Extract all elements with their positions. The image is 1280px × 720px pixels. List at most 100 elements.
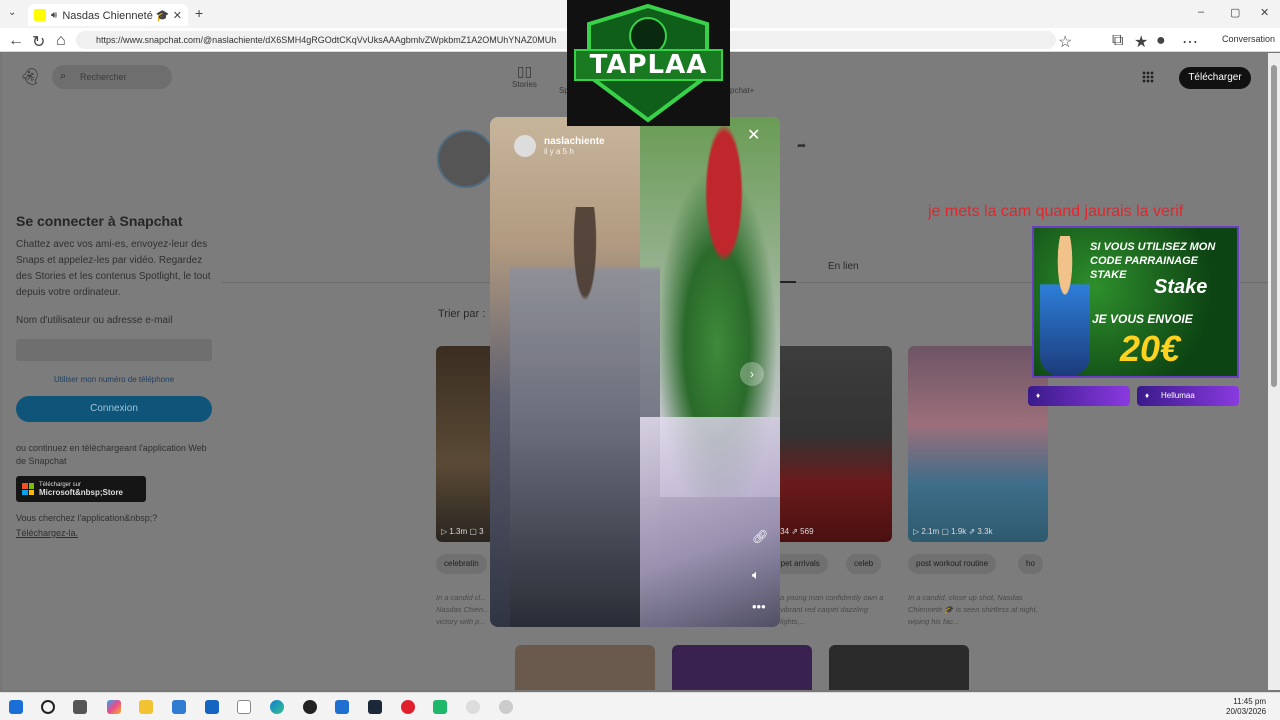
nav-stories[interactable]: ▯▯ Stories xyxy=(512,63,537,89)
minimize-icon[interactable]: – xyxy=(1198,6,1204,18)
next-story-icon[interactable]: › xyxy=(740,362,764,386)
mute-icon[interactable]: 🔈︎ xyxy=(752,567,760,583)
diamond-icon: ♦ xyxy=(1145,391,1150,400)
windows-start-icon[interactable] xyxy=(9,700,23,714)
app-green-icon[interactable] xyxy=(433,700,447,714)
username-field[interactable] xyxy=(16,339,212,361)
profile-avatar[interactable] xyxy=(437,130,495,188)
file-explorer-icon[interactable] xyxy=(139,700,153,714)
stream-caption: je mets la cam quand jaurais la verif xyxy=(928,203,1184,220)
app-icon[interactable] xyxy=(335,700,349,714)
mail-icon[interactable] xyxy=(205,700,219,714)
speaker-icon[interactable]: 🔊︎ xyxy=(51,10,57,21)
taplaa-logo-text: TAPLAA xyxy=(589,50,708,80)
card-description: In a candid, close up shot, Nasdas Chien… xyxy=(908,593,1038,626)
spotlight-card-6[interactable] xyxy=(829,645,969,690)
active-tab-indicator xyxy=(780,281,796,283)
snapchat-ghost-icon[interactable]: 👻︎ xyxy=(20,67,40,87)
more-icon[interactable]: ⋯ xyxy=(1182,32,1198,52)
task-view-icon[interactable] xyxy=(73,700,87,714)
close-tab-icon[interactable]: ✕ xyxy=(173,9,182,22)
ad-character xyxy=(1040,236,1090,376)
phone-login-link[interactable]: Utiliser mon numéro de téléphone xyxy=(16,375,212,384)
scrollbar-thumb[interactable] xyxy=(1271,65,1277,387)
new-tab-icon[interactable]: + xyxy=(195,5,203,21)
home-icon[interactable]: ⌂ xyxy=(56,32,66,50)
store-big-text: Microsoft&nbsp;Store xyxy=(39,487,123,497)
spotlight-card-3[interactable]: ▷ 2.1m ▢ 1.9k ⇗ 3.3k xyxy=(908,346,1048,542)
spotlight-card-4[interactable] xyxy=(515,645,655,690)
card-description: a young man confidently own a vibrant re… xyxy=(780,593,884,626)
sort-label[interactable]: Trier par : xyxy=(438,308,485,320)
steam-icon[interactable] xyxy=(368,700,382,714)
diamond-icon: ♦ xyxy=(1036,391,1041,400)
login-description: Chattez avec vos ami-es, envoyez-leur de… xyxy=(16,239,211,298)
link-icon[interactable]: 🔗︎ xyxy=(752,529,769,545)
system-clock[interactable]: 11:45 pm 20/03/2026 xyxy=(1226,697,1266,717)
spotlight-card-5[interactable] xyxy=(672,645,812,690)
tab-title: Nasdas Chienneté 🎓 (@nasla xyxy=(62,9,168,22)
download-button[interactable]: Télécharger xyxy=(1179,67,1251,89)
favorites-icon[interactable]: ★ xyxy=(1134,32,1148,52)
page-scrollbar[interactable] xyxy=(1268,53,1280,690)
taplaa-logo: TAPLAA xyxy=(567,0,730,126)
snapchat-favicon-icon xyxy=(34,9,46,21)
search-icon: ⌕ xyxy=(60,70,67,82)
story-author[interactable]: naslachiente il y a 5 h xyxy=(514,135,605,157)
windows-taskbar: 11:45 pm 20/03/2026 xyxy=(0,692,1280,720)
conversation-button[interactable]: Conversation xyxy=(1222,34,1275,44)
opera-icon[interactable] xyxy=(401,700,415,714)
video-frame-person xyxy=(510,207,660,627)
favorite-star-icon[interactable]: ☆ xyxy=(1058,32,1072,52)
stake-ad-banner: SI VOUS UTILISEZ MON CODE PARRAINAGE STA… xyxy=(1032,226,1239,378)
browser-tab-snapchat[interactable]: 🔊︎ Nasdas Chienneté 🎓 (@nasla ✕ xyxy=(28,4,188,26)
copilot-icon[interactable] xyxy=(107,700,121,714)
ad-brand: Stake xyxy=(1154,276,1208,298)
username-label: Nom d'utilisateur ou adresse e-mail xyxy=(16,315,173,326)
download-link[interactable]: Téléchargez-la. xyxy=(16,525,212,541)
login-button[interactable]: Connexion xyxy=(16,396,212,422)
diamond-badge-right: ♦ Hellumaa xyxy=(1137,386,1239,406)
card-stats: ▷ 2.1m ▢ 1.9k ⇗ 3.3k xyxy=(913,527,993,536)
clock-date: 20/03/2026 xyxy=(1226,707,1267,716)
search-taskbar-icon[interactable] xyxy=(41,700,55,714)
profile-icon[interactable]: ● xyxy=(1156,32,1166,50)
close-icon[interactable]: ✕ xyxy=(747,125,760,145)
topic-chip[interactable]: post workout routine xyxy=(908,554,997,574)
topic-chip[interactable]: celeb xyxy=(846,554,882,574)
story-author-avatar[interactable] xyxy=(514,135,536,157)
topic-chip[interactable]: celebratin xyxy=(436,554,487,574)
share-icon[interactable]: ➦ xyxy=(797,139,806,152)
edge-icon[interactable] xyxy=(270,700,284,714)
maximize-icon[interactable]: ▢ xyxy=(1230,6,1240,19)
ad-amount: 20€ xyxy=(1120,328,1181,369)
store-icon[interactable] xyxy=(172,700,186,714)
window-close-icon[interactable]: ✕ xyxy=(1260,6,1269,19)
url-input[interactable]: https://www.snapchat.com/@naslachiente/d… xyxy=(76,31,1056,49)
refresh-icon[interactable]: ↻ xyxy=(32,32,45,52)
story-viewer-modal[interactable]: naslachiente il y a 5 h ✕ › 🔗︎ 🔈︎ ••• xyxy=(490,117,780,627)
story-username[interactable]: naslachiente xyxy=(544,136,605,147)
tab-list-icon[interactable]: ⌄ xyxy=(8,7,16,18)
card-description: In a candid cl... Nasdas Chien... a vict… xyxy=(436,593,496,626)
stories-icon: ▯▯ xyxy=(516,63,533,79)
search-input[interactable]: Rechercher xyxy=(52,65,172,89)
video-frame-wrap xyxy=(640,417,780,627)
back-icon[interactable]: ← xyxy=(8,32,24,50)
clock-time: 11:45 pm xyxy=(1233,697,1267,706)
topic-chip[interactable]: ho xyxy=(1018,554,1043,574)
tab-en-lien[interactable]: En lien xyxy=(828,261,859,272)
obs-icon[interactable] xyxy=(303,700,317,714)
extensions-icon[interactable]: ⧉ xyxy=(1112,32,1123,50)
ad-line-2: JE VOUS ENVOIE xyxy=(1092,312,1193,326)
app-gray-icon[interactable] xyxy=(499,700,513,714)
story-timestamp: il y a 5 h xyxy=(544,147,574,156)
microsoft-store-badge[interactable]: Télécharger sur Microsoft&nbsp;Store xyxy=(16,476,146,502)
nav-stories-label: Stories xyxy=(512,80,537,89)
more-options-icon[interactable]: ••• xyxy=(752,599,766,614)
apps-grid-icon[interactable] xyxy=(1142,71,1154,83)
microsoft-logo-icon xyxy=(22,483,34,495)
nav-snapchat-plus[interactable]: pchat+ xyxy=(730,86,754,95)
app-white-icon[interactable] xyxy=(466,700,480,714)
notepad-icon[interactable] xyxy=(237,700,251,714)
